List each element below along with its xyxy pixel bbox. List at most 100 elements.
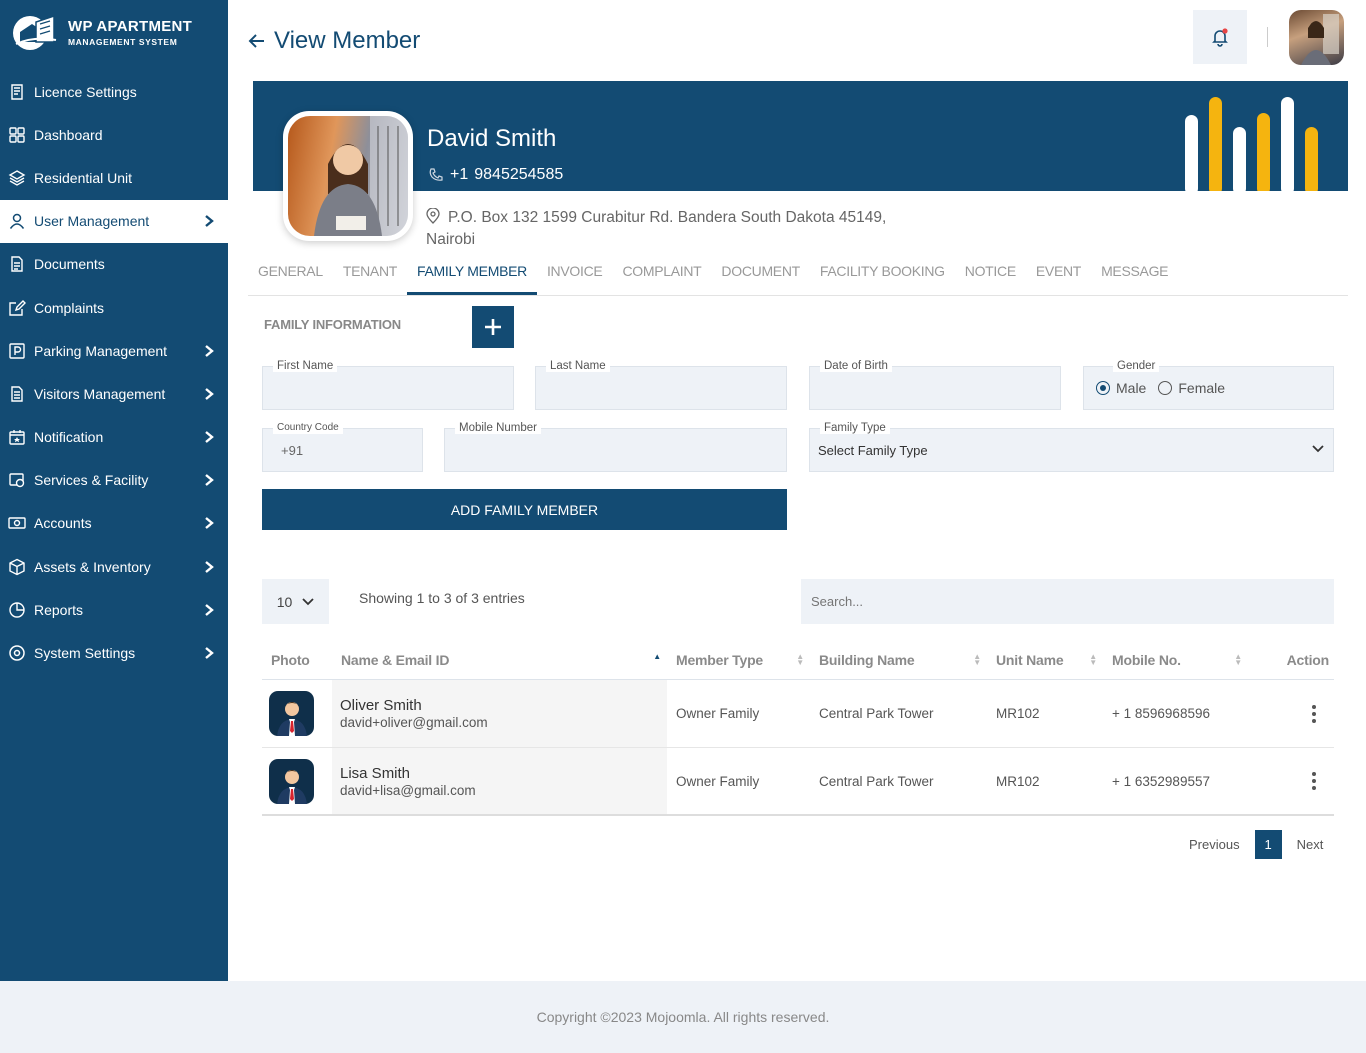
phone-code: +1 xyxy=(450,166,469,183)
column-header-unit-name[interactable]: Unit Name ▲ ▼ xyxy=(987,641,1103,680)
sidebar-item-label: Accounts xyxy=(34,515,92,532)
sidebar-item-accounts[interactable]: Accounts xyxy=(0,502,228,545)
gender-label: Gender xyxy=(1113,360,1160,372)
radio-empty-icon xyxy=(1158,381,1173,395)
sidebar-item-label: Services & Facility xyxy=(34,472,149,489)
previous-page-button[interactable]: Previous xyxy=(1180,830,1249,859)
tab-family-member[interactable]: FAMILY MEMBER xyxy=(407,261,537,295)
current-page-button[interactable]: 1 xyxy=(1254,830,1282,859)
first-name-field[interactable]: First Name xyxy=(262,360,514,410)
name-email-cell: Oliver Smith david+oliver@gmail.com xyxy=(332,680,667,747)
column-header-mobile-no[interactable]: Mobile No. ▲ ▼ xyxy=(1103,641,1248,680)
column-header-label: Mobile No. xyxy=(1112,652,1181,668)
phone-number: 9845254585 xyxy=(474,166,564,183)
tab-tenant[interactable]: TENANT xyxy=(333,261,407,295)
user-icon xyxy=(8,212,26,230)
column-header-label: Building Name xyxy=(819,652,915,668)
app-logo[interactable]: WP APARTMENT MANAGEMENT SYSTEM xyxy=(10,12,192,52)
member-name: Lisa Smith xyxy=(340,764,411,782)
column-header-building-name[interactable]: Building Name ▲ ▼ xyxy=(810,641,987,680)
chevron-down-icon xyxy=(302,597,314,605)
sidebar-item-parking-management[interactable]: Parking Management xyxy=(0,329,228,372)
settings-icon xyxy=(8,644,26,662)
last-name-field[interactable]: Last Name xyxy=(535,360,787,410)
box-icon xyxy=(8,558,26,576)
sidebar-item-visitors-management[interactable]: Visitors Management xyxy=(0,372,228,415)
mobile-number-field[interactable]: Mobile Number xyxy=(444,422,787,472)
add-family-member-button[interactable]: ADD FAMILY MEMBER xyxy=(262,489,787,530)
chevron-right-icon xyxy=(204,214,214,228)
family-info-title: FAMILY INFORMATION xyxy=(264,317,401,332)
chevron-right-icon xyxy=(204,430,214,444)
tab-message[interactable]: MESSAGE xyxy=(1091,261,1178,295)
tab-general[interactable]: GENERAL xyxy=(248,261,333,295)
sidebar-item-label: Assets & Inventory xyxy=(34,558,151,575)
sidebar-item-notification[interactable]: Notification xyxy=(0,416,228,459)
mobile-cell: + 1 6352989557 xyxy=(1112,773,1210,789)
action-cell xyxy=(1248,680,1334,747)
gender-male-label: Male xyxy=(1116,380,1147,396)
gender-female-radio[interactable]: Female xyxy=(1158,380,1225,396)
sidebar-item-services-facility[interactable]: Services & Facility xyxy=(0,459,228,502)
profile-photo-image xyxy=(314,116,408,236)
tab-document[interactable]: DOCUMENT xyxy=(711,261,809,295)
user-avatar[interactable] xyxy=(1289,10,1344,65)
sidebar-item-complaints[interactable]: Complaints xyxy=(0,286,228,329)
parking-icon xyxy=(8,342,26,360)
sidebar-item-licence-settings[interactable]: Licence Settings xyxy=(0,70,228,113)
chevron-right-icon xyxy=(204,387,214,401)
column-header-label: Unit Name xyxy=(996,652,1064,668)
column-header-name-email-id[interactable]: Name & Email ID ▲ xyxy=(332,641,667,680)
sidebar-item-label: Licence Settings xyxy=(34,83,137,100)
column-header-label: Action xyxy=(1286,652,1330,668)
notification-button[interactable] xyxy=(1193,10,1247,64)
sidebar-item-user-management[interactable]: User Management xyxy=(0,199,228,243)
back-arrow-icon[interactable] xyxy=(248,32,266,50)
sidebar-item-documents[interactable]: Documents xyxy=(0,243,228,286)
tab-event[interactable]: EVENT xyxy=(1026,261,1091,295)
family-type-select[interactable]: Family Type Select Family Type xyxy=(809,422,1334,472)
sidebar-item-label: Visitors Management xyxy=(34,385,166,402)
family-type-value: Select Family Type xyxy=(818,443,928,458)
chevron-right-icon xyxy=(204,603,214,617)
tab-invoice[interactable]: INVOICE xyxy=(537,261,612,295)
document-icon xyxy=(8,255,26,273)
more-options-icon[interactable] xyxy=(1312,704,1316,723)
tab-notice[interactable]: NOTICE xyxy=(955,261,1026,295)
sidebar: WP APARTMENT MANAGEMENT SYSTEM Licence S… xyxy=(0,0,228,981)
sidebar-item-residential-unit[interactable]: Residential Unit xyxy=(0,156,228,199)
profile-photo xyxy=(283,111,413,241)
sidebar-item-dashboard[interactable]: Dashboard xyxy=(0,113,228,156)
country-code-field[interactable]: Country Code +91 xyxy=(262,422,423,472)
unit-name-cell: MR102 xyxy=(996,706,1040,721)
chevron-right-icon xyxy=(204,516,214,530)
banner-decoration-bars xyxy=(1185,97,1318,191)
chevron-right-icon xyxy=(204,646,214,660)
sidebar-item-label: Parking Management xyxy=(34,342,168,359)
chevron-right-icon xyxy=(204,560,214,574)
member-type-cell: Owner Family xyxy=(676,773,760,789)
sidebar-item-assets-inventory[interactable]: Assets & Inventory xyxy=(0,545,228,588)
tab-complaint[interactable]: COMPLAINT xyxy=(612,261,711,295)
member-address: P.O. Box 132 1599 Curabitur Rd. Bandera … xyxy=(426,207,916,251)
next-page-button[interactable]: Next xyxy=(1288,830,1333,859)
bell-icon xyxy=(1212,28,1228,47)
add-button[interactable] xyxy=(472,306,514,348)
gender-male-radio[interactable]: Male xyxy=(1096,380,1146,396)
sidebar-item-reports[interactable]: Reports xyxy=(0,588,228,631)
column-header-action: Action xyxy=(1248,641,1334,680)
building-name-cell: Central Park Tower xyxy=(819,773,934,789)
tab-facility-booking[interactable]: FACILITY BOOKING xyxy=(810,261,955,295)
sidebar-item-label: Reports xyxy=(34,601,84,618)
column-header-member-type[interactable]: Member Type ▲ ▼ xyxy=(667,641,810,680)
page-length-select[interactable]: 10 xyxy=(262,579,329,624)
address-text: P.O. Box 132 1599 Curabitur Rd. Bandera … xyxy=(426,209,887,248)
more-options-icon[interactable] xyxy=(1312,772,1316,790)
date-of-birth-field[interactable]: Date of Birth xyxy=(809,360,1061,410)
member-email: david+oliver@gmail.com xyxy=(340,715,488,730)
table-search-input[interactable] xyxy=(801,579,1334,624)
sidebar-item-system-settings[interactable]: System Settings xyxy=(0,631,228,674)
building-name-cell: Central Park Tower xyxy=(819,706,934,721)
sort-icon: ▲ ▼ xyxy=(1089,651,1097,667)
phone-icon xyxy=(429,168,443,181)
